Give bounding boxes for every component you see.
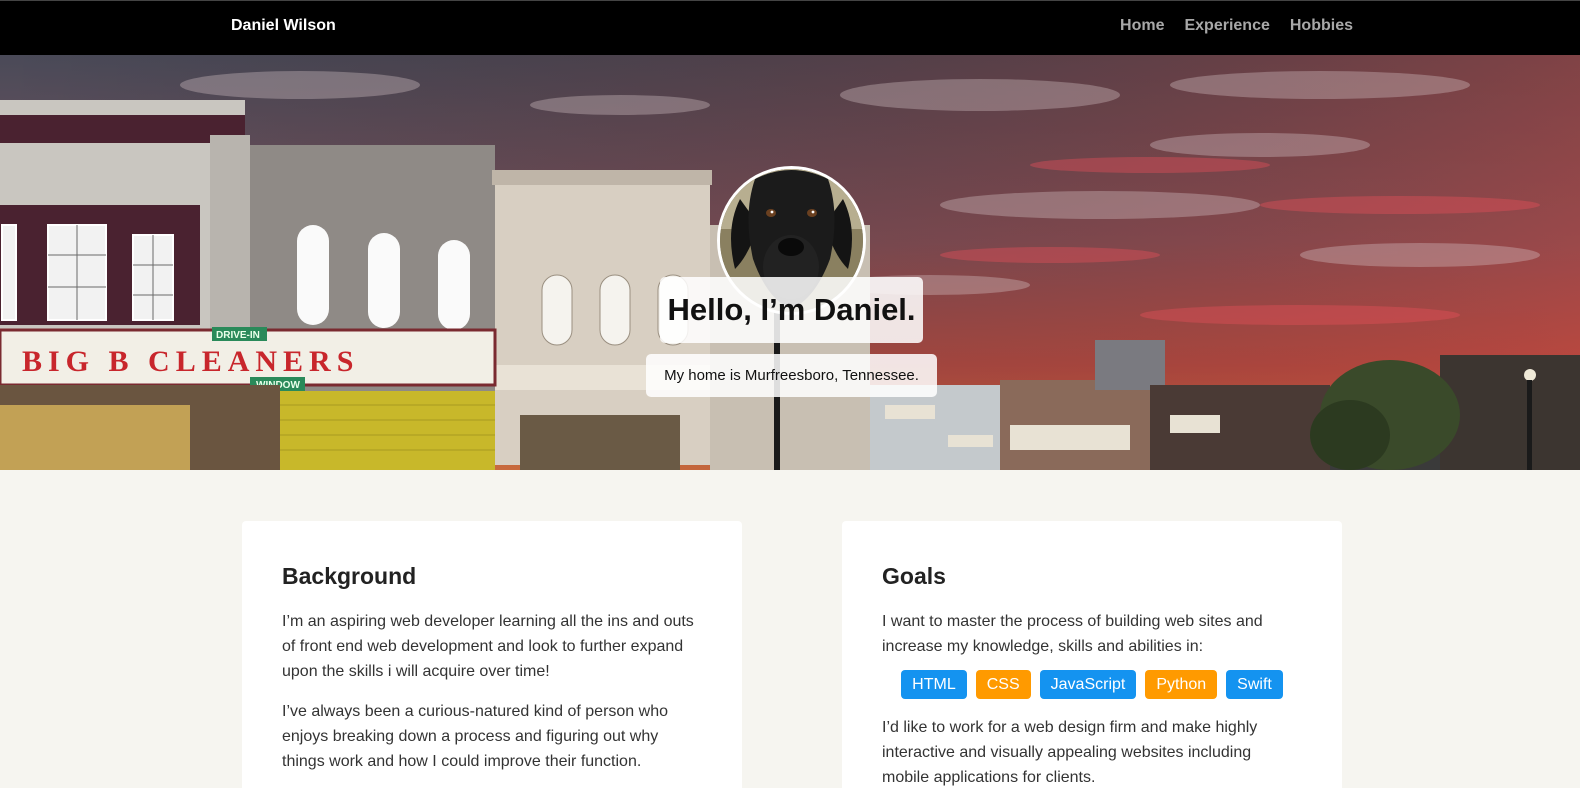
goals-intro: I want to master the process of building…: [882, 613, 1263, 655]
hero-banner: BIG B CLEANERS DRIVE-IN WINDOW: [0, 55, 1580, 470]
background-title: Background: [282, 563, 417, 589]
skill-badge-css[interactable]: CSS: [975, 670, 1031, 699]
skills-list: HTML CSS JavaScript Python Swift: [882, 670, 1302, 699]
nav-link-home[interactable]: Home: [1120, 17, 1164, 35]
main-nav: Home Experience Hobbies: [1120, 17, 1353, 35]
background-paragraph-2: I’ve always been a curious-natured kind …: [282, 703, 668, 770]
hero-subline: My home is Murfreesboro, Tennessee.: [646, 354, 937, 397]
storefront-sign-drive-in: DRIVE-IN: [216, 330, 260, 341]
skill-badge-javascript[interactable]: JavaScript: [1039, 670, 1137, 699]
goals-title: Goals: [882, 563, 946, 589]
goals-card: Goals I want to master the process of bu…: [842, 521, 1342, 788]
skill-badge-python[interactable]: Python: [1145, 670, 1218, 699]
nav-link-hobbies[interactable]: Hobbies: [1290, 17, 1353, 35]
goals-outro: I’d like to work for a web design firm a…: [882, 719, 1258, 786]
skill-badge-swift[interactable]: Swift: [1226, 670, 1283, 699]
skill-badge-html[interactable]: HTML: [901, 670, 967, 699]
hero-greeting: Hello, I’m Daniel.: [660, 277, 923, 343]
nav-link-experience[interactable]: Experience: [1184, 17, 1269, 35]
storefront-sign-text: BIG B CLEANERS: [22, 345, 359, 378]
background-paragraph-1: I’m an aspiring web developer learning a…: [282, 613, 694, 680]
brand-name[interactable]: Daniel Wilson: [231, 17, 336, 35]
top-navbar: Daniel Wilson Home Experience Hobbies: [0, 0, 1580, 55]
background-card: Background I’m an aspiring web developer…: [242, 521, 742, 788]
